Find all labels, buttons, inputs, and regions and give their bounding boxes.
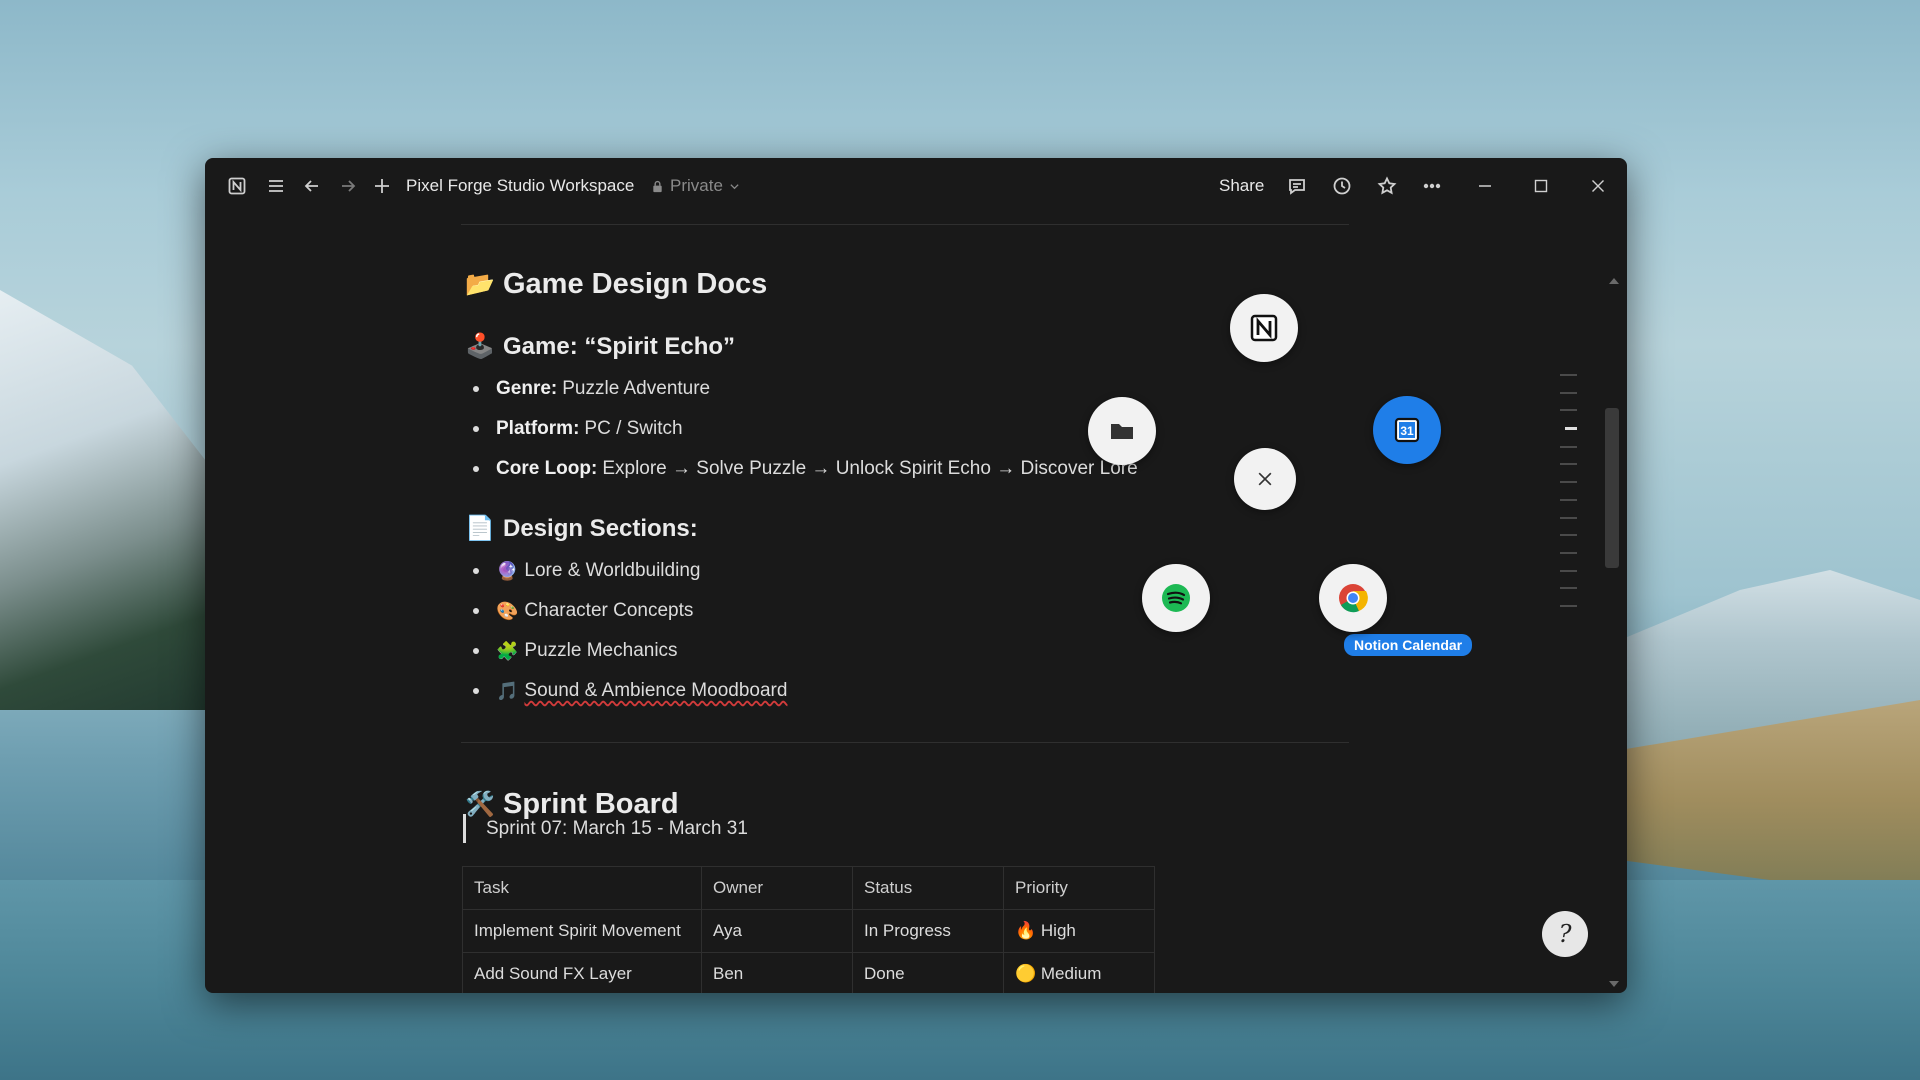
table-row: Implement Spirit Movement Aya In Progres… <box>462 909 1155 953</box>
section-link: Lore & Worldbuilding <box>524 560 701 581</box>
table-row: Add Sound FX Layer Ben Done 🟡 Medium <box>462 952 1155 993</box>
scroll-down-arrow-icon[interactable] <box>1609 981 1619 987</box>
workspace-title[interactable]: Pixel Forge Studio Workspace <box>406 176 634 196</box>
close-window-icon[interactable] <box>1580 170 1616 202</box>
list-item[interactable]: Platform: PC / Switch <box>473 418 683 440</box>
table-header[interactable]: Owner <box>701 866 853 910</box>
privacy-dropdown[interactable]: Private <box>651 176 740 196</box>
close-launcher-icon[interactable] <box>1234 448 1296 510</box>
notion-window: Pixel Forge Studio Workspace Private Sha… <box>205 158 1627 993</box>
sprint-quote[interactable]: Sprint 07: March 15 - March 31 <box>463 814 748 843</box>
bullet-value: Explore → Solve Puzzle → Unlock Spirit E… <box>602 458 1138 479</box>
page-title[interactable]: 📂 Game Design Docs <box>465 268 767 301</box>
list-item[interactable]: 🧩 Puzzle Mechanics <box>473 640 678 662</box>
favorite-star-icon[interactable] <box>1373 172 1401 200</box>
page-title-text: Game Design Docs <box>503 268 768 300</box>
table-cell[interactable]: In Progress <box>852 909 1004 953</box>
table-cell[interactable]: 🟡 Medium <box>1003 952 1155 993</box>
puzzle-piece-icon: 🧩 <box>496 640 519 661</box>
list-item[interactable]: 🔮 Lore & Worldbuilding <box>473 560 700 582</box>
list-item[interactable]: 🎨 Character Concepts <box>473 600 693 622</box>
bullet-label: Core Loop: <box>496 458 598 479</box>
list-item[interactable]: 🎵 Sound & Ambience Moodboard <box>473 680 787 702</box>
notion-calendar-tooltip: Notion Calendar <box>1344 634 1473 656</box>
sidebar-menu-icon[interactable] <box>262 172 290 200</box>
forward-arrow-icon[interactable] <box>334 172 362 200</box>
spotify-icon[interactable] <box>1142 564 1210 632</box>
folder-icon: 📂 <box>465 271 495 298</box>
chrome-icon[interactable] <box>1319 564 1387 632</box>
section-link: Puzzle Mechanics <box>524 640 678 661</box>
history-clock-icon[interactable] <box>1328 172 1356 200</box>
table-cell[interactable]: Ben <box>701 952 853 993</box>
share-button[interactable]: Share <box>1219 176 1264 196</box>
files-folder-icon[interactable] <box>1088 397 1156 465</box>
crystal-ball-icon: 🔮 <box>496 560 519 581</box>
table-cell[interactable]: 🔥 High <box>1003 909 1155 953</box>
joystick-icon: 🕹️ <box>465 333 495 360</box>
table-cell[interactable]: Done <box>852 952 1004 993</box>
back-arrow-icon[interactable] <box>298 172 326 200</box>
lock-icon <box>653 180 662 192</box>
bullet-label: Platform: <box>496 418 580 439</box>
comments-icon[interactable] <box>1283 172 1311 200</box>
table-header[interactable]: Priority <box>1003 866 1155 910</box>
sections-heading[interactable]: 📄 Design Sections: <box>465 514 698 543</box>
page-icon: 📄 <box>465 515 495 542</box>
bullet-label: Genre: <box>496 378 558 399</box>
chevron-down-icon <box>730 183 739 189</box>
table-cell[interactable]: Implement Spirit Movement <box>462 909 702 953</box>
list-item[interactable]: Core Loop: Explore → Solve Puzzle → Unlo… <box>473 458 1138 480</box>
scroll-up-arrow-icon[interactable] <box>1609 278 1619 284</box>
game-heading-text: Game: “Spirit Echo” <box>503 332 736 360</box>
table-header-row: Task Owner Status Priority <box>462 866 1155 910</box>
bullet-value: Puzzle Adventure <box>562 378 711 399</box>
table-header[interactable]: Status <box>852 866 1004 910</box>
sprint-table: Task Owner Status Priority Implement Spi… <box>462 866 1155 993</box>
new-page-plus-icon[interactable] <box>368 172 396 200</box>
section-link: Character Concepts <box>524 600 694 621</box>
scrollbar-thumb[interactable] <box>1605 408 1619 568</box>
notion-app-icon[interactable] <box>1230 294 1298 362</box>
privacy-label: Private <box>670 176 723 195</box>
divider <box>461 224 1349 225</box>
table-cell[interactable]: Aya <box>701 909 853 953</box>
more-options-icon[interactable] <box>1418 172 1446 200</box>
table-header[interactable]: Task <box>462 866 702 910</box>
page-outline-minimap[interactable] <box>1560 374 1580 623</box>
svg-text:31: 31 <box>1400 424 1414 438</box>
list-item[interactable]: Genre: Puzzle Adventure <box>473 378 710 400</box>
bullet-value: PC / Switch <box>584 418 683 439</box>
game-heading[interactable]: 🕹️ Game: “Spirit Echo” <box>465 332 735 361</box>
notion-logo-icon[interactable] <box>223 172 251 200</box>
palette-icon: 🎨 <box>496 600 519 621</box>
sections-heading-text: Design Sections: <box>503 514 698 542</box>
wallpaper-mountain-left <box>0 290 220 710</box>
music-note-icon: 🎵 <box>496 680 519 701</box>
help-button[interactable]: ? <box>1542 911 1588 957</box>
titlebar: Pixel Forge Studio Workspace Private Sha… <box>205 158 1627 214</box>
maximize-icon[interactable] <box>1523 170 1559 202</box>
notion-calendar-icon[interactable]: 31 <box>1373 396 1441 464</box>
divider <box>461 742 1349 743</box>
table-cell[interactable]: Add Sound FX Layer <box>462 952 702 993</box>
minimize-icon[interactable] <box>1467 170 1503 202</box>
section-link: Sound & Ambience Moodboard <box>524 680 788 701</box>
